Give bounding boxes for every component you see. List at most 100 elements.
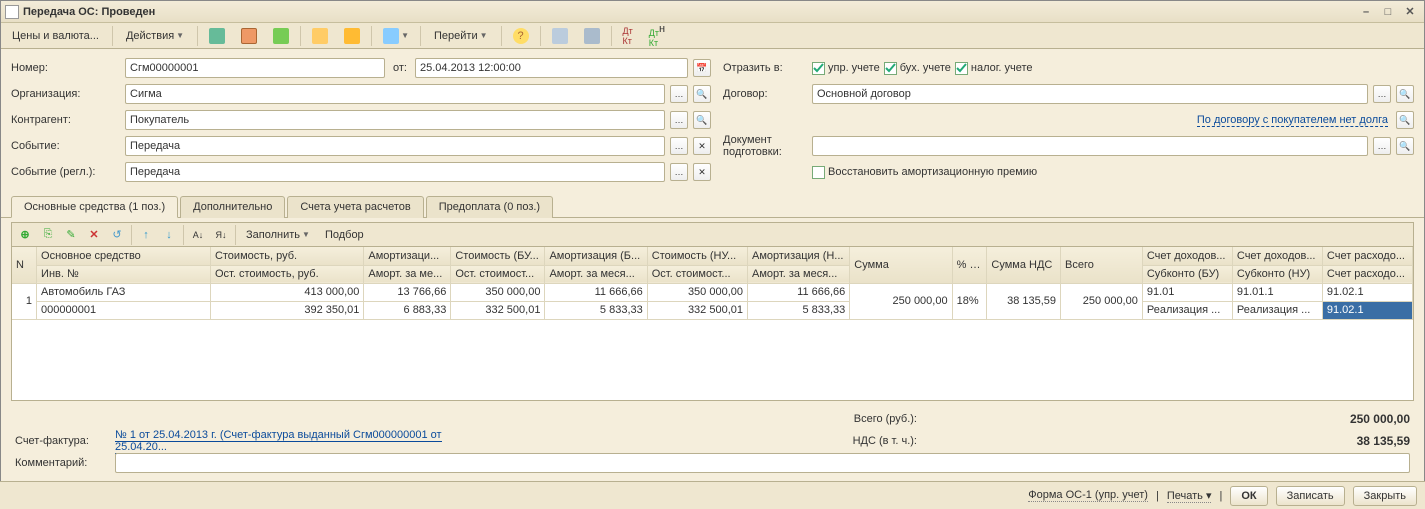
docprep-select-icon[interactable]: … bbox=[1373, 137, 1391, 155]
col-sum[interactable]: Сумма bbox=[850, 247, 952, 283]
comment-input[interactable] bbox=[115, 453, 1410, 473]
col-inc-bu[interactable]: Счет доходов... bbox=[1142, 247, 1232, 265]
sf-link[interactable]: № 1 от 25.04.2013 г. (Счет-фактура выдан… bbox=[115, 429, 442, 454]
dt-kt-icon-2[interactable]: ДтнКт bbox=[642, 25, 672, 47]
col-total[interactable]: Всего bbox=[1061, 247, 1143, 283]
tab-accounts[interactable]: Счета учета расчетов bbox=[287, 196, 423, 218]
contract-input[interactable]: Основной договор bbox=[812, 84, 1368, 104]
col-inc-nu[interactable]: Счет доходов... bbox=[1232, 247, 1322, 265]
tool-icon-2[interactable] bbox=[234, 25, 264, 47]
table-row[interactable]: 000000001 392 350,01 6 883,33 332 500,01… bbox=[12, 301, 1413, 319]
tab-prepay[interactable]: Предоплата (0 поз.) bbox=[426, 196, 553, 218]
contract-note-search-icon[interactable]: 🔍 bbox=[1396, 111, 1414, 129]
fill-button[interactable]: Заполнить▼ bbox=[239, 225, 317, 245]
close-window-button[interactable]: ✕ bbox=[1400, 4, 1420, 20]
org-select-icon[interactable]: … bbox=[670, 85, 688, 103]
org-search-icon[interactable]: 🔍 bbox=[693, 85, 711, 103]
col-cost-bu[interactable]: Стоимость (БУ... bbox=[451, 247, 545, 265]
col-rest-nu[interactable]: Ост. стоимост... bbox=[647, 265, 747, 283]
col-cost[interactable]: Стоимость, руб. bbox=[210, 247, 363, 265]
data-table[interactable]: N Основное средство Стоимость, руб. Амор… bbox=[12, 247, 1413, 320]
tool-icon-1[interactable] bbox=[202, 25, 232, 47]
org-input[interactable]: Сигма bbox=[125, 84, 665, 104]
col-inv[interactable]: Инв. № bbox=[37, 265, 211, 283]
dt-kt-icon-1[interactable]: ДтКт bbox=[616, 25, 640, 47]
reflect-label: Отразить в: bbox=[723, 62, 808, 74]
tab-extra[interactable]: Дополнительно bbox=[180, 196, 285, 218]
col-cost-nu[interactable]: Стоимость (НУ... bbox=[647, 247, 747, 265]
event-clear-icon[interactable]: ✕ bbox=[693, 137, 711, 155]
contract-search-icon[interactable]: 🔍 bbox=[1396, 85, 1414, 103]
docprep-input[interactable] bbox=[812, 136, 1368, 156]
prices-button[interactable]: Цены и валюта... bbox=[3, 25, 108, 47]
tool-icon-8[interactable] bbox=[577, 25, 607, 47]
pick-button[interactable]: Подбор bbox=[318, 225, 371, 245]
col-amort[interactable]: Амортизаци... bbox=[364, 247, 451, 265]
event-reg-select-icon[interactable]: … bbox=[670, 163, 688, 181]
tool-icon-3[interactable] bbox=[266, 25, 296, 47]
col-amort-nu[interactable]: Амортизация (Н... bbox=[748, 247, 850, 265]
contract-select-icon[interactable]: … bbox=[1373, 85, 1391, 103]
print-link[interactable]: Печать ▾ bbox=[1167, 489, 1212, 503]
ok-button[interactable]: ОК bbox=[1230, 486, 1267, 506]
chk-nal[interactable]: налог. учете bbox=[955, 62, 1033, 75]
contr-search-icon[interactable]: 🔍 bbox=[693, 111, 711, 129]
maximize-button[interactable]: □ bbox=[1378, 4, 1398, 20]
col-os[interactable]: Основное средство bbox=[37, 247, 211, 265]
chk-bux[interactable]: бух. учете bbox=[884, 62, 951, 75]
help-button[interactable]: ? bbox=[506, 25, 536, 47]
sort-desc-icon[interactable]: Я↓ bbox=[210, 225, 232, 245]
tool-icon-5[interactable] bbox=[337, 25, 367, 47]
actions-menu[interactable]: Действия▼ bbox=[117, 25, 193, 47]
titlebar: Передача ОС: Проведен – □ ✕ bbox=[1, 1, 1424, 23]
calendar-icon[interactable]: 📅 bbox=[693, 59, 711, 77]
contr-select-icon[interactable]: … bbox=[670, 111, 688, 129]
col-amort-bu-m[interactable]: Аморт. за меся... bbox=[545, 265, 647, 283]
event-select-icon[interactable]: … bbox=[670, 137, 688, 155]
minimize-button[interactable]: – bbox=[1356, 4, 1376, 20]
date-input[interactable]: 25.04.2013 12:00:00 bbox=[415, 58, 688, 78]
contract-note-link[interactable]: По договору с покупателем нет долга bbox=[1197, 114, 1388, 127]
refresh-icon[interactable]: ↺ bbox=[106, 225, 128, 245]
col-n[interactable]: N bbox=[12, 247, 37, 283]
number-input[interactable]: Сгм00000001 bbox=[125, 58, 385, 78]
col-rest[interactable]: Ост. стоимость, руб. bbox=[210, 265, 363, 283]
col-amort-m[interactable]: Аморт. за ме... bbox=[364, 265, 451, 283]
col-amort-nu-m[interactable]: Аморт. за меся... bbox=[748, 265, 850, 283]
col-sub-bu[interactable]: Субконто (БУ) bbox=[1142, 265, 1232, 283]
tool-icon-4[interactable] bbox=[305, 25, 335, 47]
vat-label: НДС (в т. ч.): bbox=[465, 435, 925, 447]
event-reg-input[interactable]: Передача bbox=[125, 162, 665, 182]
copy-row-icon[interactable]: ⎘ bbox=[37, 225, 59, 245]
tool-icon-7[interactable] bbox=[545, 25, 575, 47]
col-vat-s[interactable]: Сумма НДС bbox=[987, 247, 1061, 283]
tool-icon-6[interactable]: ▼ bbox=[376, 25, 416, 47]
tab-os[interactable]: Основные средства (1 поз.) bbox=[11, 196, 178, 218]
save-button[interactable]: Записать bbox=[1276, 486, 1345, 506]
col-exp2[interactable]: Счет расходо... bbox=[1322, 265, 1412, 283]
sort-asc-icon[interactable]: A↓ bbox=[187, 225, 209, 245]
col-exp1[interactable]: Счет расходо... bbox=[1322, 247, 1412, 265]
table-row[interactable]: 1 Автомобиль ГАЗ 413 000,00 13 766,66 35… bbox=[12, 283, 1413, 301]
event-reg-clear-icon[interactable]: ✕ bbox=[693, 163, 711, 181]
contr-input[interactable]: Покупатель bbox=[125, 110, 665, 130]
col-vat-p[interactable]: % НДС bbox=[952, 247, 987, 283]
close-button[interactable]: Закрыть bbox=[1353, 486, 1417, 506]
chk-restore[interactable]: Восстановить амортизационную премию bbox=[812, 166, 1037, 179]
delete-row-icon[interactable]: ✕ bbox=[83, 225, 105, 245]
form-os1-link[interactable]: Форма ОС-1 (упр. учет) bbox=[1028, 489, 1148, 502]
move-down-icon[interactable]: ↓ bbox=[158, 225, 180, 245]
move-up-icon[interactable]: ↑ bbox=[135, 225, 157, 245]
event-input[interactable]: Передача bbox=[125, 136, 665, 156]
chk-upr[interactable]: упр. учете bbox=[812, 62, 880, 75]
tabs: Основные средства (1 поз.) Дополнительно… bbox=[1, 195, 1424, 218]
col-rest-bu[interactable]: Ост. стоимост... bbox=[451, 265, 545, 283]
col-sub-nu[interactable]: Субконто (НУ) bbox=[1232, 265, 1322, 283]
col-amort-bu[interactable]: Амортизация (Б... bbox=[545, 247, 647, 265]
edit-row-icon[interactable]: ✎ bbox=[60, 225, 82, 245]
add-row-icon[interactable]: ⊕ bbox=[14, 225, 36, 245]
goto-menu[interactable]: Перейти▼ bbox=[425, 25, 497, 47]
grid-toolbar: ⊕ ⎘ ✎ ✕ ↺ ↑ ↓ A↓ Я↓ Заполнить▼ Подбор bbox=[12, 223, 1413, 247]
docprep-search-icon[interactable]: 🔍 bbox=[1396, 137, 1414, 155]
app-icon bbox=[5, 5, 19, 19]
